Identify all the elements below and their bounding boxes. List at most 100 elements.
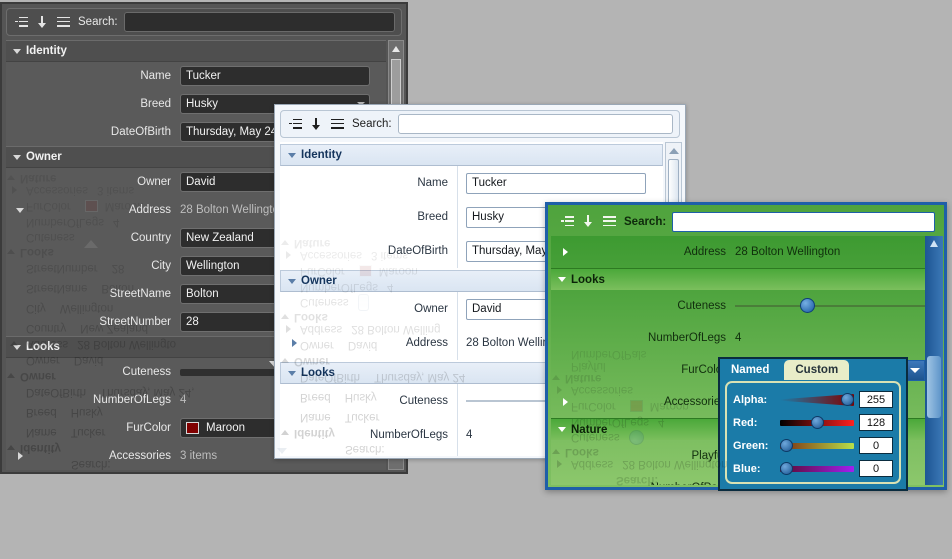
slider[interactable] [735, 297, 925, 315]
property-label: DateOfBirth [110, 126, 171, 138]
channel-slider[interactable] [780, 414, 854, 431]
row-expander[interactable] [551, 398, 577, 406]
row-expander[interactable] [280, 339, 306, 347]
row-expander[interactable] [6, 452, 32, 460]
sort-descending-icon[interactable] [311, 117, 322, 131]
color-tab-custom[interactable]: Custom [784, 360, 850, 380]
color-picker-channels[interactable]: Alpha: 255 Red: 128 Green: 0 Blue: 0 [725, 381, 901, 484]
color-picker-tabs[interactable]: Named Custom [720, 359, 906, 380]
categorized-view-icon[interactable] [289, 118, 302, 130]
property-label: NumberOfLegs [93, 394, 171, 406]
chevron-down-icon[interactable] [288, 370, 296, 376]
chevron-down-icon[interactable] [288, 152, 296, 158]
property-label: Cuteness [122, 366, 171, 378]
vertical-scrollbar-green[interactable] [925, 236, 943, 485]
flat-list-icon[interactable] [331, 118, 344, 130]
category-title: Owner [301, 275, 337, 287]
scroll-up-arrow-icon[interactable] [389, 41, 403, 56]
chevron-down-icon[interactable] [558, 277, 566, 282]
color-picker-popup[interactable]: Named Custom Alpha: 255 Red: 128 Green: 0 Blue:… [718, 357, 908, 491]
flat-list-icon[interactable] [57, 16, 70, 28]
sort-descending-icon[interactable] [37, 15, 48, 29]
search-input[interactable] [672, 211, 935, 232]
channel-label: Blue: [733, 462, 761, 475]
static-value: 28 Bolton Welling [466, 337, 556, 349]
flat-list-icon[interactable] [603, 216, 616, 227]
channel-slider[interactable] [780, 460, 854, 477]
scroll-up-arrow-icon[interactable] [666, 143, 681, 158]
property-value[interactable]: Tucker [458, 172, 663, 194]
color-channel-blue[interactable]: Blue: 0 [733, 457, 893, 480]
categorized-view-icon[interactable] [15, 16, 28, 28]
toolbar-green: Search: [553, 209, 939, 234]
chevron-down-icon [909, 367, 920, 373]
chevron-down-icon[interactable] [13, 154, 21, 160]
property-label: Accessories [109, 450, 171, 462]
property-value[interactable]: 28 Bolton Wellington [735, 246, 925, 258]
channel-slider[interactable] [780, 391, 854, 408]
toolbar-light: Search: [280, 110, 680, 138]
text-input[interactable]: Tucker [466, 172, 646, 194]
property-value[interactable]: 4 [735, 332, 925, 344]
channel-value[interactable]: 255 [859, 391, 893, 408]
chevron-right-icon[interactable] [562, 398, 568, 406]
channel-thumb[interactable] [810, 416, 824, 429]
color-channel-red[interactable]: Red: 128 [733, 411, 893, 434]
channel-thumb[interactable] [841, 393, 854, 406]
sort-descending-icon[interactable] [583, 215, 594, 228]
categorized-view-icon[interactable] [561, 216, 574, 227]
category-header-looks[interactable]: Looks [551, 268, 925, 290]
property-label: DateOfBirth [306, 234, 458, 268]
row-expander[interactable] [6, 207, 32, 213]
category-title: Identity [301, 149, 342, 161]
category-header-identity[interactable]: Identity [6, 40, 386, 62]
text-input[interactable]: Tucker [180, 66, 370, 86]
property-row[interactable]: Name Tucker [6, 62, 386, 90]
static-value: 4 [735, 332, 742, 344]
scrollbar-thumb[interactable] [927, 356, 941, 418]
chevron-right-icon[interactable] [562, 248, 568, 256]
property-value[interactable]: Tucker [180, 66, 386, 86]
chevron-right-icon[interactable] [291, 339, 297, 347]
property-label: StreetNumber [99, 316, 171, 328]
channel-value[interactable]: 128 [859, 414, 893, 431]
property-label: FurColor [306, 452, 458, 456]
chevron-down-icon[interactable] [13, 344, 21, 350]
property-row[interactable]: Address 28 Bolton Wellington [551, 236, 925, 268]
scroll-up-arrow-icon[interactable] [925, 236, 943, 251]
property-row[interactable]: Name Tucker [280, 166, 663, 200]
slider-thumb[interactable] [799, 298, 815, 313]
chevron-right-icon[interactable] [17, 452, 23, 460]
property-value[interactable] [735, 297, 925, 315]
search-input[interactable] [397, 114, 673, 134]
property-label: Address [306, 326, 458, 360]
channel-thumb[interactable] [780, 462, 793, 475]
color-channel-alpha[interactable]: Alpha: 255 [733, 388, 893, 411]
chevron-down-icon[interactable] [288, 278, 296, 284]
search-input[interactable] [123, 12, 395, 32]
chevron-down-icon[interactable] [13, 48, 21, 54]
search-label: Search: [78, 16, 118, 28]
toolbar-dark: Search: [6, 8, 402, 36]
channel-thumb[interactable] [780, 439, 793, 452]
property-row[interactable]: NumberOfLegs 4 [551, 322, 925, 354]
color-channel-green[interactable]: Green: 0 [733, 434, 893, 457]
property-row[interactable]: Cuteness [551, 290, 925, 322]
channel-value[interactable]: 0 [859, 437, 893, 454]
channel-slider[interactable] [780, 437, 854, 454]
channel-value[interactable]: 0 [859, 460, 893, 477]
property-label: Accessories [664, 396, 726, 408]
static-value: 3 items [180, 450, 218, 462]
property-label: Breed [140, 98, 171, 110]
chevron-down-icon[interactable] [558, 427, 566, 432]
category-header-identity[interactable]: Identity [280, 144, 663, 166]
property-label: StreetName [109, 288, 171, 300]
chevron-down-icon[interactable] [16, 207, 24, 213]
property-label: Name [306, 166, 458, 200]
static-value: 4 [466, 429, 473, 441]
property-label: Playful [691, 450, 726, 462]
category-title: Nature [571, 423, 608, 436]
color-tab-named[interactable]: Named [720, 359, 780, 380]
row-expander[interactable] [551, 248, 577, 256]
category-title: Looks [26, 341, 60, 353]
